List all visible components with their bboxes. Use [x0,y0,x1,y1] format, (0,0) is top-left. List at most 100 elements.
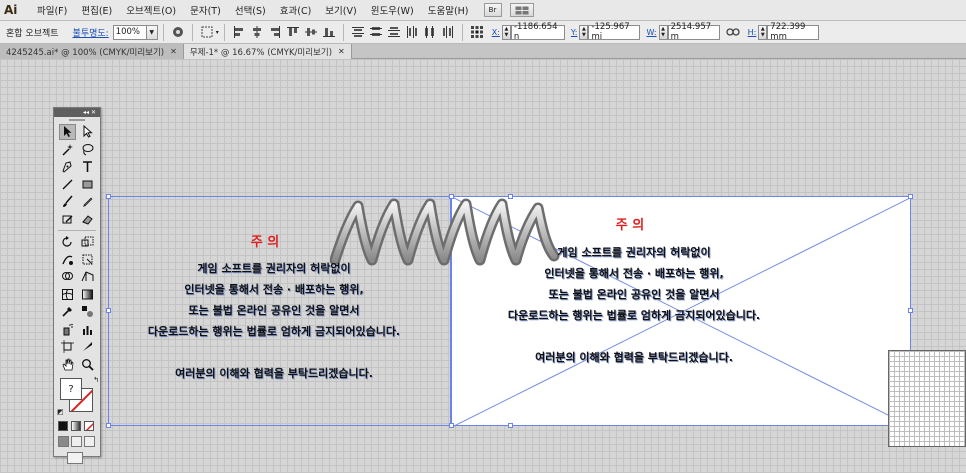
bridge-button[interactable]: Br [483,3,502,17]
notice-title-right: 주 의 [615,218,645,233]
distribute-center-icon[interactable] [369,25,383,39]
notice-line [470,326,798,347]
distribute-right-icon[interactable] [441,25,455,39]
x-input[interactable]: -1186.654 n [510,22,565,42]
y-label[interactable]: Y: [571,28,578,37]
free-transform-tool-icon[interactable] [79,251,96,267]
zoom-tool-icon[interactable] [79,356,96,372]
line-segment-tool-icon[interactable] [59,176,76,192]
x-stepper[interactable]: ▲ ▼ [501,24,511,40]
y-stepper[interactable]: ▲ ▼ [579,24,589,40]
menu-view[interactable]: 보기(V) [318,0,363,21]
magic-wand-tool-icon[interactable] [59,141,76,157]
pen-tool-icon[interactable] [59,159,76,175]
artboard-tool-icon[interactable] [59,339,76,355]
w-input[interactable]: 2514.957 m [667,22,720,42]
selection-handle[interactable] [106,423,111,428]
swap-fill-stroke-icon[interactable]: ↰ [93,376,99,384]
selection-handle[interactable] [449,423,454,428]
none-mode-button[interactable] [84,421,94,431]
arrange-documents-button[interactable] [509,3,534,17]
screen-mode-button[interactable] [67,452,83,464]
close-icon[interactable]: ✕ [338,47,345,56]
distribute-bottom-icon[interactable] [387,25,401,39]
lasso-tool-icon[interactable] [79,141,96,157]
tab-document-2[interactable]: 무제-1* @ 16.67% (CMYK/미리보기) ✕ [183,44,352,59]
gradient-tool-icon[interactable] [79,286,96,302]
color-mode-button[interactable] [58,421,68,431]
symbol-sprayer-tool-icon[interactable] [59,321,76,337]
selection-handle[interactable] [106,194,111,199]
column-graph-tool-icon[interactable] [79,321,96,337]
paintbrush-tool-icon[interactable] [59,194,76,210]
distribute-top-icon[interactable] [351,25,365,39]
align-left-icon[interactable] [232,25,246,39]
menu-select[interactable]: 선택(S) [228,0,273,21]
notice-line: 또는 불법 온라인 공유인 것을 알면서 [188,304,360,317]
h-input[interactable]: 722.399 mm [767,22,820,42]
selection-handle[interactable] [908,194,913,199]
h-label[interactable]: H: [748,28,757,37]
close-icon[interactable]: ✕ [170,47,177,56]
fill-swatch[interactable]: ? [60,378,82,400]
reference-point-icon[interactable] [470,25,484,39]
distribute-left-icon[interactable] [405,25,419,39]
menu-type[interactable]: 문자(T) [183,0,228,21]
type-tool-icon[interactable] [79,159,96,175]
mesh-tool-icon[interactable] [59,286,76,302]
scale-tool-icon[interactable] [79,234,96,250]
menu-effect[interactable]: 효과(C) [273,0,319,21]
chevron-down-icon[interactable]: ▾ [216,29,219,36]
opacity-dropdown[interactable]: ▼ [146,24,158,40]
rectangle-tool-icon[interactable] [79,176,96,192]
align-center-vertical-icon[interactable] [304,25,318,39]
selection-tool-icon[interactable] [58,123,76,140]
draw-normal-button[interactable] [58,436,69,447]
w-stepper[interactable]: ▲ ▼ [658,24,668,40]
blob-brush-tool-icon[interactable] [59,211,76,227]
align-bottom-icon[interactable] [322,25,336,39]
menu-edit[interactable]: 편집(E) [74,0,119,21]
y-input[interactable]: -125.967 mi [588,22,641,42]
app-logo: Ai [4,3,18,17]
selection-handle[interactable] [908,308,913,313]
perspective-grid-tool-icon[interactable] [79,269,96,285]
distribute-horizontal-center-icon[interactable] [423,25,437,39]
constrain-proportions-icon[interactable] [725,25,740,39]
notice-line: 여러분의 이해와 협력을 부탁드리겠습니다. [535,351,733,364]
shape-builder-tool-icon[interactable] [59,269,76,285]
align-to-icon[interactable] [200,25,214,39]
align-right-icon[interactable] [268,25,282,39]
gradient-mode-button[interactable] [71,421,81,431]
warp-tool-icon[interactable] [59,251,76,267]
menu-window[interactable]: 윈도우(W) [364,0,421,21]
align-center-horizontal-icon[interactable] [250,25,264,39]
opacity-input[interactable]: 100% [112,24,147,40]
default-fill-stroke-icon[interactable]: ◩ [57,408,64,416]
menu-object[interactable]: 오브젝트(O) [119,0,183,21]
eyedropper-tool-icon[interactable] [59,304,76,320]
selection-handle[interactable] [449,194,454,199]
draw-behind-button[interactable] [71,436,82,447]
w-label[interactable]: W: [646,28,656,37]
eraser-tool-icon[interactable] [79,211,96,227]
tools-panel-header[interactable]: ◂◂ ✕ [54,108,100,117]
tab-document-1[interactable]: 4245245.ai* @ 100% (CMYK/미리보기) ✕ [0,44,184,59]
draw-inside-button[interactable] [84,436,95,447]
blend-tool-icon[interactable] [79,304,96,320]
slice-tool-icon[interactable] [79,339,96,355]
x-label[interactable]: X: [492,28,500,37]
opacity-link[interactable]: 불투명도: [73,26,109,39]
h-stepper[interactable]: ▲ ▼ [758,24,768,40]
pencil-tool-icon[interactable] [79,194,96,210]
hand-tool-icon[interactable] [59,356,76,372]
selection-handle[interactable] [508,423,513,428]
selection-handle[interactable] [508,194,513,199]
recolor-artwork-icon[interactable] [171,25,185,39]
menu-file[interactable]: 파일(F) [30,0,74,21]
direct-selection-tool-icon[interactable] [79,124,96,140]
navigator-preview[interactable] [888,350,966,447]
rotate-tool-icon[interactable] [59,234,76,250]
align-top-icon[interactable] [286,25,300,39]
menu-help[interactable]: 도움말(H) [421,0,476,21]
